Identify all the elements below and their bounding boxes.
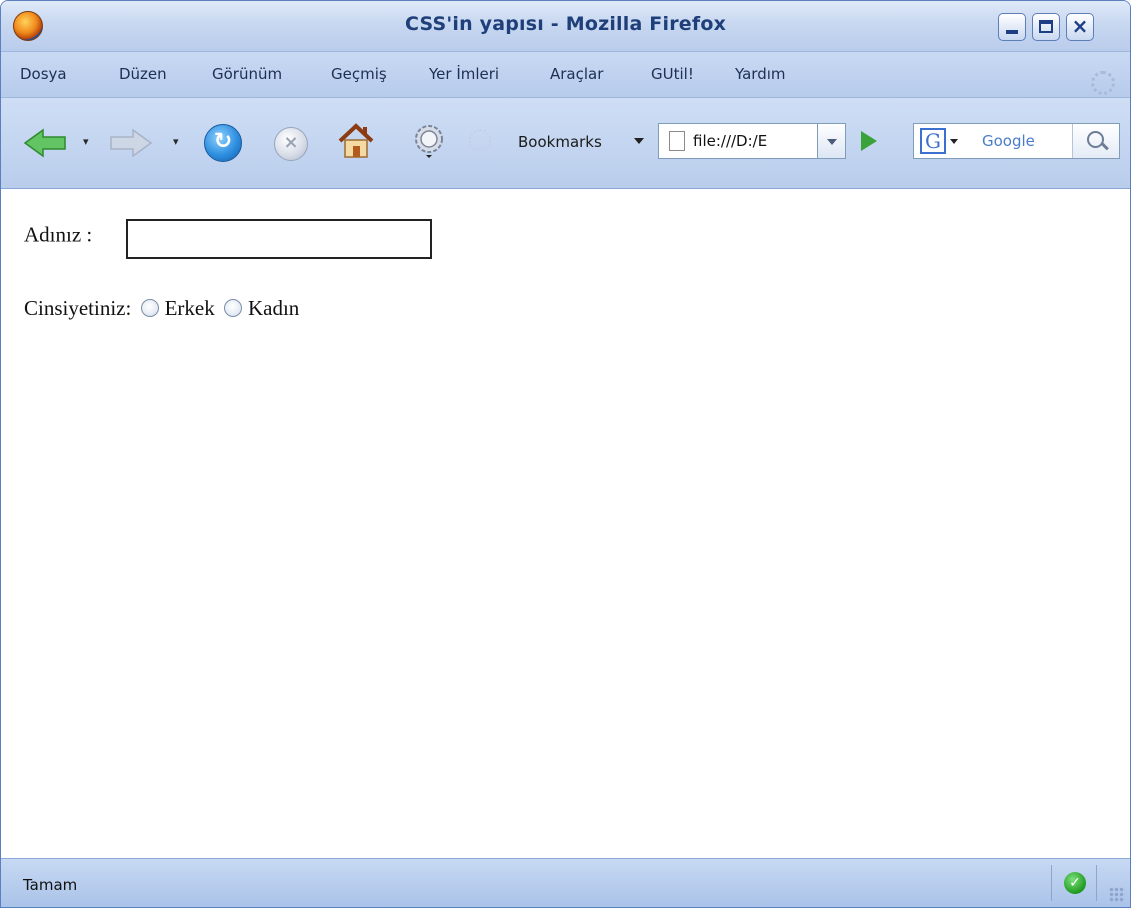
search-button[interactable]	[1072, 124, 1119, 158]
radio-label-kadin[interactable]: Kadın	[248, 296, 299, 320]
close-icon: ×	[1071, 14, 1089, 38]
title-bar[interactable]: CSS'in yapısı - Mozilla Firefox ×	[1, 1, 1130, 52]
reload-icon: ↻	[213, 129, 233, 154]
resize-grip-icon[interactable]	[1109, 887, 1125, 903]
maximize-button[interactable]	[1032, 13, 1060, 41]
bookmarks-dropdown-icon[interactable]	[634, 138, 644, 144]
status-divider	[1096, 865, 1097, 901]
status-text: Tamam	[23, 876, 78, 894]
extension-icon[interactable]	[469, 129, 491, 151]
maximize-icon	[1039, 20, 1053, 33]
menu-item-yer-imleri[interactable]: Yer İmleri	[429, 65, 499, 83]
throbber-icon	[1091, 71, 1115, 95]
home-icon[interactable]	[336, 121, 376, 161]
radio-kadin[interactable]	[223, 299, 242, 317]
browser-window: CSS'in yapısı - Mozilla Firefox × Dosya …	[0, 0, 1131, 908]
name-row: Adınız :	[24, 219, 432, 259]
forward-dropdown-icon[interactable]: ▾	[173, 135, 179, 148]
stop-icon: ×	[283, 132, 299, 153]
radio-erkek[interactable]	[140, 299, 159, 317]
gender-label: Cinsiyetiniz:	[24, 296, 132, 320]
navigation-toolbar: ▾ ▾ ↻ × Bookmarks file:///D:/E G	[1, 98, 1130, 189]
url-text[interactable]: file:///D:/E	[693, 132, 813, 150]
window-title: CSS'in yapısı - Mozilla Firefox	[404, 13, 727, 35]
search-bar: G	[913, 123, 1120, 159]
menu-item-gecmis[interactable]: Geçmiş	[331, 65, 387, 83]
back-dropdown-icon[interactable]: ▾	[83, 135, 89, 148]
menu-bar: Dosya Düzen Görünüm Geçmiş Yer İmleri Ar…	[1, 52, 1130, 98]
url-bar[interactable]: file:///D:/E	[658, 123, 818, 159]
bookmarks-button[interactable]: Bookmarks	[518, 133, 602, 151]
chevron-down-icon	[827, 139, 837, 145]
search-engine-dropdown-icon[interactable]	[950, 139, 958, 144]
gender-row: Cinsiyetiniz: Erkek Kadın	[24, 296, 299, 321]
url-history-dropdown[interactable]	[818, 123, 846, 159]
back-arrow-icon[interactable]	[23, 128, 67, 158]
radio-label-erkek[interactable]: Erkek	[165, 296, 215, 320]
go-arrow-icon[interactable]	[861, 131, 877, 151]
menu-item-gutil[interactable]: GUtil!	[651, 65, 694, 83]
menu-item-duzen[interactable]: Düzen	[119, 65, 167, 83]
checkmark-icon[interactable]: ✓	[1064, 872, 1086, 894]
google-engine-icon[interactable]: G	[920, 128, 946, 154]
status-bar: Tamam ✓	[1, 858, 1130, 907]
reload-button[interactable]: ↻	[204, 124, 242, 162]
menu-item-yardim[interactable]: Yardım	[735, 65, 786, 83]
menu-item-araclar[interactable]: Araçlar	[550, 65, 603, 83]
page-document-icon	[669, 131, 685, 151]
forward-arrow-icon[interactable]	[109, 128, 153, 158]
status-divider	[1051, 865, 1052, 901]
page-content: Adınız : Cinsiyetiniz: Erkek Kadın	[1, 189, 1130, 857]
search-input[interactable]	[966, 124, 1066, 158]
menu-item-gorunum[interactable]: Görünüm	[212, 65, 282, 83]
stop-button[interactable]: ×	[274, 127, 308, 161]
gutil-gear-icon[interactable]	[410, 121, 448, 159]
name-input[interactable]	[126, 219, 432, 259]
minimize-icon	[1006, 30, 1018, 34]
close-button[interactable]: ×	[1066, 13, 1094, 41]
menu-item-dosya[interactable]: Dosya	[20, 65, 67, 83]
minimize-button[interactable]	[998, 13, 1026, 41]
name-label: Adınız :	[24, 222, 93, 247]
search-icon-handle	[1101, 142, 1109, 151]
